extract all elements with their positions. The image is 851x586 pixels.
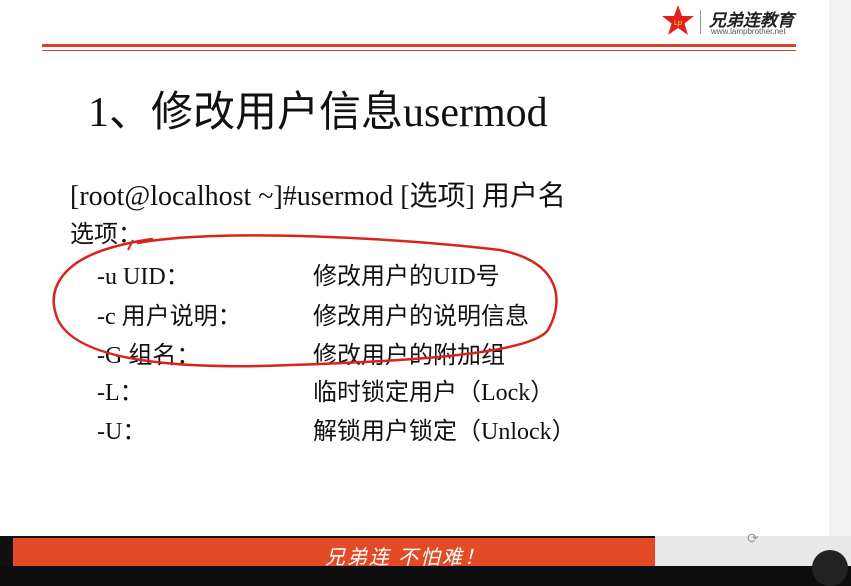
header-rule-thick xyxy=(42,44,796,47)
brand-url: www.lampbrother.net xyxy=(711,27,786,36)
options-label: 选项： xyxy=(70,222,142,248)
refresh-icon[interactable]: ⟳ xyxy=(747,531,759,547)
option-description: 解锁用户锁定（Unlock） xyxy=(313,419,576,445)
command-syntax: [root@localhost ~]#usermod [选项] 用户名 xyxy=(70,181,566,212)
option-description: 修改用户的附加组 xyxy=(313,343,505,369)
right-edge-panel xyxy=(829,0,851,566)
svg-text:Lp: Lp xyxy=(674,19,683,27)
logo-divider xyxy=(700,10,701,34)
option-flag: -L： xyxy=(97,380,144,406)
speaker-avatar xyxy=(812,550,848,586)
option-flag: -c 用户说明： xyxy=(97,304,242,330)
presentation-slide: Lp 兄弟连教育 www.lampbrother.net 1、修改用户信息use… xyxy=(0,0,829,536)
slide-title: 1、修改用户信息usermod xyxy=(88,90,548,136)
option-flag: -U： xyxy=(97,419,147,445)
option-description: 修改用户的说明信息 xyxy=(313,304,529,330)
option-flag: -u UID： xyxy=(97,264,190,290)
option-description: 修改用户的UID号 xyxy=(313,264,500,290)
option-description: 临时锁定用户（Lock） xyxy=(313,380,555,406)
option-flag: -G 组名： xyxy=(97,343,201,369)
header-rule-thin xyxy=(42,50,796,51)
star-logo-icon: Lp xyxy=(662,5,694,35)
